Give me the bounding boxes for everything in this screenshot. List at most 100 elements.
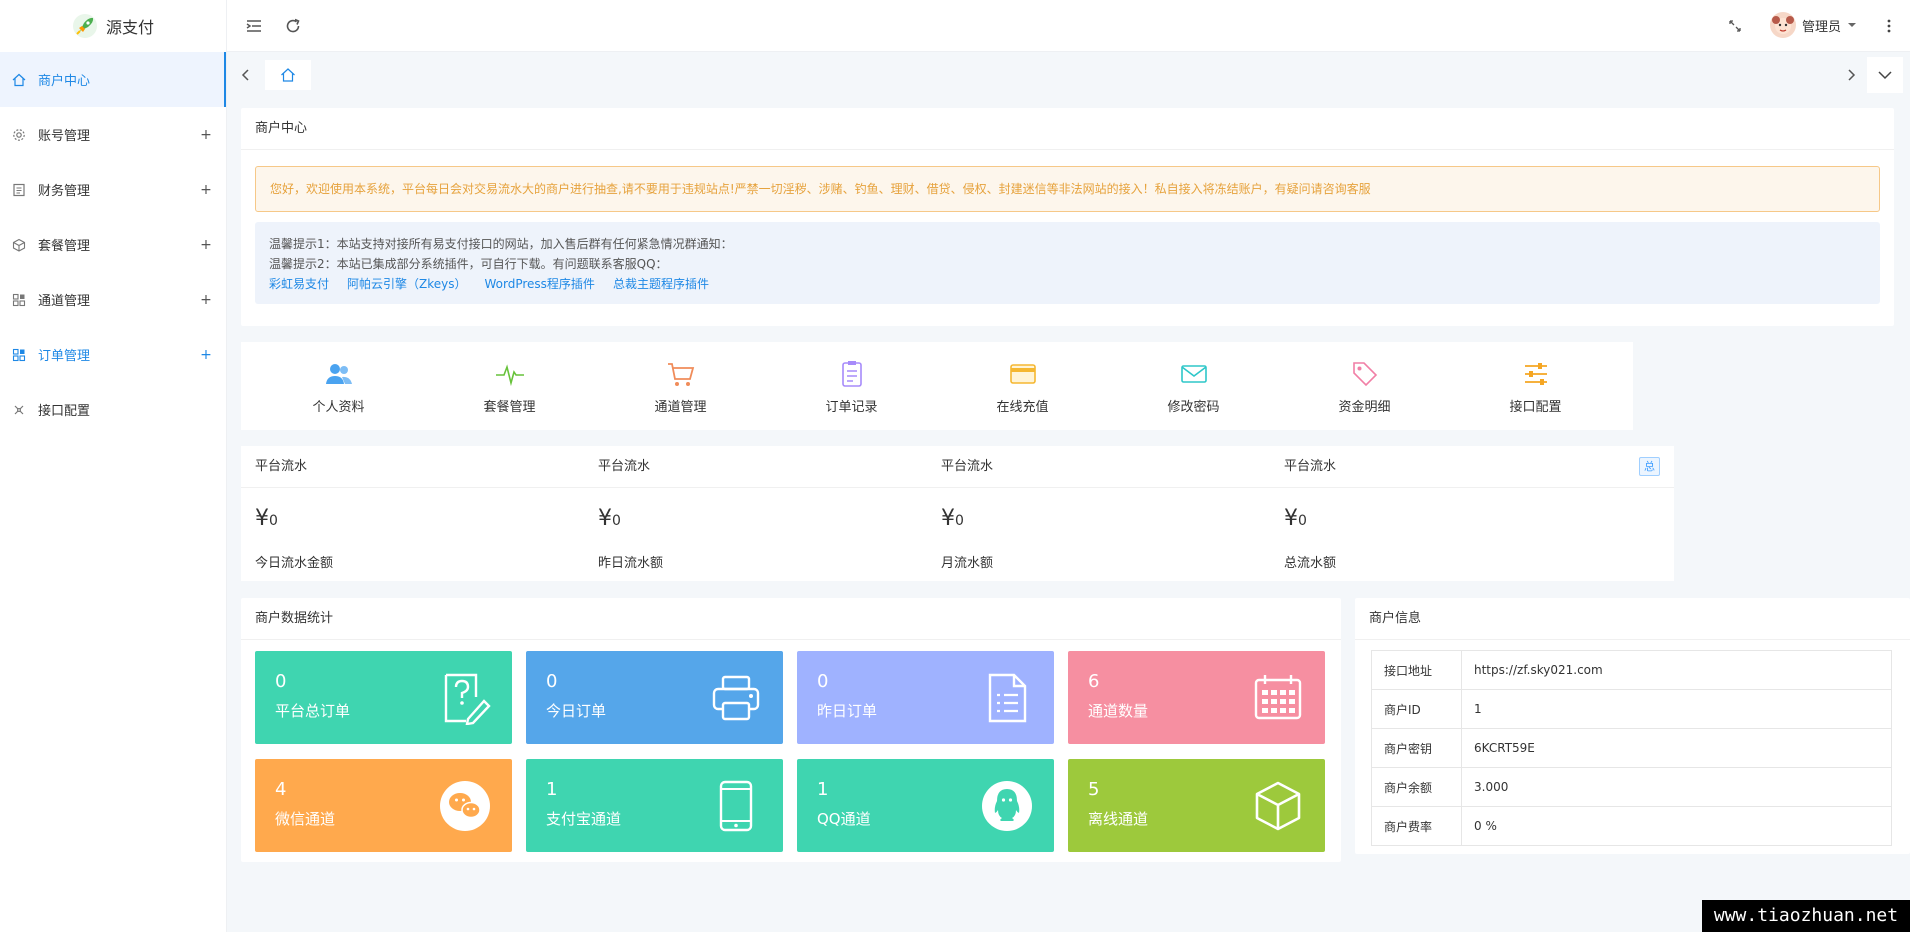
stat-label: 今日流水金额: [255, 556, 334, 571]
card-icon: [1007, 358, 1039, 390]
tip-line-1: 温馨提示1：本站支持对接所有易支付接口的网站，加入售后群有任何紧急情况群通知：: [269, 237, 733, 251]
quick-link-label: 在线充值: [996, 399, 1049, 415]
info-value: 3.000: [1461, 767, 1892, 807]
table-row: 商户ID 1: [1371, 689, 1892, 729]
tabs-dropdown-icon[interactable]: [1867, 57, 1903, 93]
wechat-icon: [438, 779, 492, 833]
home-icon: [280, 67, 296, 83]
sidebar-item-merchant-center[interactable]: 商户中心: [0, 52, 226, 107]
card-channel-count[interactable]: 6 通道数量: [1068, 651, 1325, 744]
stat-amount: 0: [612, 513, 621, 529]
menu-collapse-icon[interactable]: [244, 16, 264, 36]
link-apayun-zkeys[interactable]: 阿帕云引擎（Zkeys）: [347, 274, 466, 294]
top-header: 管理员: [227, 0, 1910, 52]
cube-icon: [12, 238, 26, 252]
calendar-icon: [1251, 671, 1305, 725]
sidebar-item-api-config[interactable]: 接口配置: [0, 382, 226, 437]
user-name: 管理员: [1802, 19, 1842, 35]
info-value: 1: [1461, 689, 1892, 729]
stat-value: ¥0: [1284, 506, 1307, 531]
link-wordpress-plugin[interactable]: WordPress程序插件: [485, 274, 595, 294]
stat-label: 月流水额: [941, 556, 994, 571]
info-key: 接口地址: [1371, 650, 1462, 690]
sidebar-item-channels[interactable]: 通道管理 +: [0, 272, 226, 327]
expand-plus-icon[interactable]: +: [186, 347, 226, 363]
caret-down-icon: [1847, 20, 1857, 30]
pulse-icon: [494, 358, 526, 390]
card-yesterday-orders[interactable]: 0 昨日订单: [797, 651, 1054, 744]
sidebar-item-label: 财务管理: [38, 184, 91, 199]
quick-link-packages[interactable]: 套餐管理: [412, 342, 607, 430]
info-key: 商户费率: [1371, 806, 1462, 846]
expand-plus-icon[interactable]: +: [186, 237, 226, 253]
apps-icon: [12, 293, 26, 307]
question-doc-icon: [438, 671, 492, 725]
quick-link-recharge[interactable]: 在线充值: [925, 342, 1120, 430]
table-row: 商户费率 0 %: [1371, 806, 1892, 846]
card-value: 0: [546, 671, 558, 692]
sidebar-item-account[interactable]: 账号管理 +: [0, 107, 226, 162]
table-row: 接口地址 https://zf.sky021.com: [1371, 650, 1892, 690]
card-label: 平台总订单: [275, 702, 351, 720]
expand-plus-icon[interactable]: +: [186, 292, 226, 308]
card-total-orders[interactable]: 0 平台总订单: [255, 651, 512, 744]
sidebar-item-label: 账号管理: [38, 129, 91, 144]
sidebar-item-packages[interactable]: 套餐管理 +: [0, 217, 226, 272]
stat-amount: 0: [269, 513, 278, 529]
sidebar-item-orders[interactable]: 订单管理 +: [0, 327, 226, 382]
tag-icon: [1349, 358, 1381, 390]
stat-card-total: 平台流水 总 ¥0 总流水额: [1270, 446, 1674, 581]
home-icon: [12, 73, 26, 87]
card-today-orders[interactable]: 0 今日订单: [526, 651, 783, 744]
card-qq-channel[interactable]: 1 QQ通道: [797, 759, 1054, 852]
quick-link-order-records[interactable]: 订单记录: [754, 342, 949, 430]
merchant-info-panel: 商户信息 接口地址 https://zf.sky021.com 商户ID 1 商…: [1355, 598, 1910, 854]
merchant-info-title: 商户信息: [1355, 598, 1910, 640]
api-icon: [12, 403, 26, 417]
card-label: 通道数量: [1088, 702, 1149, 720]
tabs-scroll-right-icon[interactable]: [1836, 60, 1866, 90]
printer-icon: [709, 671, 763, 725]
sliders-icon: [1520, 358, 1552, 390]
info-value: 0 %: [1461, 806, 1892, 846]
card-value: 1: [546, 779, 558, 800]
refresh-icon[interactable]: [283, 16, 303, 36]
card-alipay-channel[interactable]: 1 支付宝通道: [526, 759, 783, 852]
currency-symbol: ¥: [941, 506, 955, 531]
info-value: 6KCRT59E: [1461, 728, 1892, 768]
tip-line-2: 温馨提示2：本站已集成部分系统插件，可自行下载。有问题联系客服QQ：: [269, 257, 668, 271]
warning-notice: 您好，欢迎使用本系统，平台每日会对交易流水大的商户进行抽查,请不要用于违规站点!…: [255, 166, 1880, 212]
logo[interactable]: 源支付: [0, 0, 226, 52]
sidebar: 源支付 商户中心 账号管理 + 财务管理 + 套餐管理 + 通道管理 + 订单管…: [0, 0, 227, 932]
sidebar-item-label: 套餐管理: [38, 239, 91, 254]
card-label: 离线通道: [1088, 810, 1149, 828]
quick-link-change-password[interactable]: 修改密码: [1096, 342, 1291, 430]
card-offline-channel[interactable]: 5 离线通道: [1068, 759, 1325, 852]
stat-title-text: 平台流水: [598, 459, 651, 474]
fullscreen-icon[interactable]: [1725, 16, 1745, 36]
user-menu[interactable]: 管理员: [1770, 12, 1857, 38]
apps-icon: [12, 348, 26, 362]
expand-plus-icon[interactable]: +: [186, 182, 226, 198]
card-label: QQ通道: [817, 810, 871, 828]
side-menu: 商户中心 账号管理 + 财务管理 + 套餐管理 + 通道管理 + 订单管理 +: [0, 52, 226, 437]
card-wechat-channel[interactable]: 4 微信通道: [255, 759, 512, 852]
quick-link-api-config[interactable]: 接口配置: [1438, 342, 1633, 430]
link-rainbow-epay[interactable]: 彩虹易支付: [269, 274, 329, 294]
quick-link-label: 资金明细: [1338, 399, 1391, 415]
home-tab[interactable]: [265, 60, 311, 90]
app-title: 源支付: [105, 18, 154, 37]
card-label: 昨日订单: [817, 702, 878, 720]
quick-link-label: 接口配置: [1509, 399, 1562, 415]
link-zongcai-theme-plugin[interactable]: 总裁主题程序插件: [613, 274, 709, 294]
expand-plus-icon[interactable]: +: [186, 127, 226, 143]
tips-box: 温馨提示1：本站支持对接所有易支付接口的网站，加入售后群有任何紧急情况群通知： …: [255, 222, 1880, 304]
rocket-logo-icon: [72, 13, 98, 39]
quick-link-funds-detail[interactable]: 资金明细: [1267, 342, 1462, 430]
sidebar-item-finance[interactable]: 财务管理 +: [0, 162, 226, 217]
stat-title-text: 平台流水: [1284, 459, 1337, 474]
more-vertical-icon[interactable]: [1879, 16, 1899, 36]
quick-link-profile[interactable]: 个人资料: [241, 342, 436, 430]
tabs-scroll-left-icon[interactable]: [231, 60, 261, 90]
quick-link-channels[interactable]: 通道管理: [583, 342, 778, 430]
